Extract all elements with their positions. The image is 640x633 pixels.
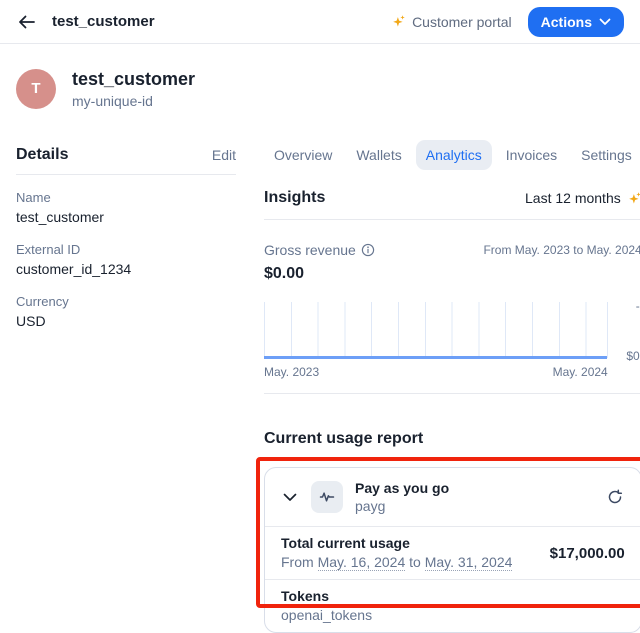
plan-icon-tile	[311, 481, 343, 513]
plan-header-row: Pay as you go payg	[265, 468, 640, 526]
customer-unique-id: my-unique-id	[72, 93, 195, 109]
details-title: Details	[16, 146, 68, 164]
field-value: customer_id_1234	[16, 260, 236, 279]
customer-identity: test_customer my-unique-id	[72, 68, 195, 109]
topbar: test_customer Customer portal Actions	[0, 0, 640, 44]
x-tick-left: May. 2023	[264, 365, 319, 379]
actions-label: Actions	[541, 14, 592, 30]
main-content: Details Edit Name test_customer External…	[0, 135, 640, 633]
x-tick-right: May. 2024	[553, 365, 608, 379]
actions-button[interactable]: Actions	[528, 7, 624, 37]
tab-wallets[interactable]: Wallets	[346, 140, 411, 170]
refresh-button[interactable]	[605, 487, 625, 507]
period-to-word: to	[409, 554, 421, 570]
topbar-actions: Customer portal Actions	[391, 7, 624, 37]
sparkle-icon	[627, 191, 640, 206]
plan-name: Pay as you go	[355, 479, 449, 497]
total-usage-label: Total current usage	[281, 534, 512, 553]
usage-item-code: openai_tokens	[281, 606, 372, 625]
detail-field-name: Name test_customer	[16, 189, 236, 227]
detail-field-external-id: External ID customer_id_1234	[16, 241, 236, 279]
usage-item-text: Tokens openai_tokens	[281, 587, 372, 625]
tab-invoices[interactable]: Invoices	[496, 140, 567, 170]
info-icon[interactable]	[361, 243, 375, 257]
detail-field-currency: Currency USD	[16, 293, 236, 331]
edit-button[interactable]: Edit	[212, 147, 236, 163]
avatar: T	[16, 69, 56, 109]
gross-revenue-range: From May. 2023 to May. 2024	[483, 243, 640, 257]
chart-x-axis: May. 2023 May. 2024	[264, 365, 608, 379]
details-header: Details Edit	[16, 135, 236, 175]
chart-y-axis: - $0	[608, 302, 640, 358]
field-label: Name	[16, 189, 236, 206]
tab-analytics[interactable]: Analytics	[416, 140, 492, 170]
insights-header: Insights Last 12 months	[264, 189, 640, 220]
period-selector[interactable]: Last 12 months	[525, 190, 640, 206]
chart-plot-area	[264, 302, 608, 358]
field-label: External ID	[16, 241, 236, 258]
field-value: USD	[16, 312, 236, 331]
usage-report-title: Current usage report	[264, 430, 640, 448]
period-date-to[interactable]: May. 31, 2024	[425, 554, 513, 571]
customer-portal-label: Customer portal	[412, 14, 512, 30]
gross-revenue-label: Gross revenue	[264, 242, 356, 258]
plan-code: payg	[355, 497, 449, 515]
gross-revenue-chart: - $0	[264, 302, 640, 358]
sparkle-icon	[391, 14, 406, 29]
total-usage-row: Total current usage From May. 16, 2024 t…	[265, 526, 640, 579]
usage-card: Pay as you go payg Total current usage	[264, 467, 640, 633]
tab-settings[interactable]: Settings	[571, 140, 640, 170]
field-label: Currency	[16, 293, 236, 310]
y-tick-bottom: $0	[626, 349, 639, 363]
pulse-icon	[319, 489, 335, 505]
period-from-word: From	[281, 554, 314, 570]
usage-item-row: Tokens openai_tokens	[265, 579, 640, 632]
usage-card-wrapper: Pay as you go payg Total current usage	[264, 467, 640, 633]
total-usage-amount: $17,000.00	[550, 545, 625, 562]
total-usage-text: Total current usage From May. 16, 2024 t…	[281, 534, 512, 572]
gross-revenue-label-group: Gross revenue	[264, 242, 375, 258]
tab-overview[interactable]: Overview	[264, 140, 342, 170]
usage-item-name: Tokens	[281, 587, 372, 606]
plan-titles: Pay as you go payg	[355, 479, 449, 515]
chevron-down-icon	[283, 493, 297, 502]
back-button[interactable]	[16, 13, 38, 31]
chart-zero-line	[264, 356, 607, 359]
back-arrow-icon	[18, 15, 36, 29]
analytics-panel: Overview Wallets Analytics Invoices Sett…	[264, 135, 640, 633]
gross-revenue-amount: $0.00	[264, 265, 640, 283]
field-value: test_customer	[16, 208, 236, 227]
customer-portal-button[interactable]: Customer portal	[391, 14, 512, 30]
period-date-from[interactable]: May. 16, 2024	[318, 554, 406, 571]
details-panel: Details Edit Name test_customer External…	[16, 135, 236, 633]
gross-revenue-header: Gross revenue From May. 2023 to May. 202…	[264, 242, 640, 258]
insights-title: Insights	[264, 189, 325, 207]
collapse-button[interactable]	[281, 491, 299, 504]
period-label: Last 12 months	[525, 190, 621, 206]
y-tick-top: -	[636, 299, 640, 313]
section-divider	[264, 393, 640, 394]
tab-bar: Overview Wallets Analytics Invoices Sett…	[264, 135, 640, 175]
topbar-title: test_customer	[52, 13, 155, 30]
customer-header: T test_customer my-unique-id	[16, 68, 624, 109]
total-usage-period: From May. 16, 2024 to May. 31, 2024	[281, 553, 512, 572]
customer-name: test_customer	[72, 68, 195, 90]
chevron-down-icon	[599, 18, 611, 26]
refresh-icon	[607, 489, 623, 505]
